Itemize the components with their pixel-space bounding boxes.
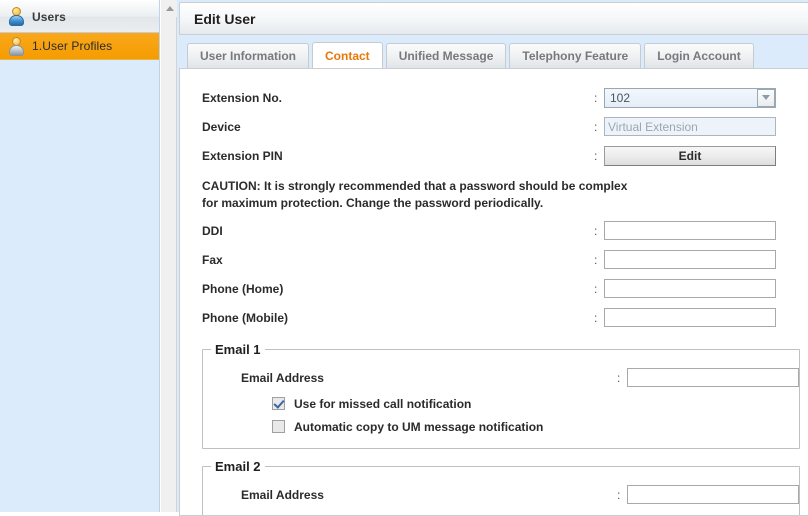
um-copy-checkbox[interactable] <box>272 420 285 433</box>
field-separator: : <box>594 310 598 325</box>
field-separator: : <box>594 252 598 267</box>
scroll-up-arrow-icon[interactable] <box>161 0 178 17</box>
tab-unified-message[interactable]: Unified Message <box>385 43 507 68</box>
email-1-address-input[interactable] <box>627 368 799 387</box>
field-separator: : <box>594 90 598 105</box>
email-1-address-label: Email Address <box>241 370 324 385</box>
missed-call-checkbox-label: Use for missed call notification <box>294 396 472 411</box>
email-2-group: Email 2 Email Address : <box>202 459 800 515</box>
fax-label: Fax <box>202 252 223 267</box>
sidebar-header-label: Users <box>32 9 66 24</box>
tab-label: Login Account <box>657 49 741 63</box>
fax-input[interactable] <box>604 250 776 269</box>
sidebar-item-user-profiles[interactable]: 1.User Profiles <box>0 33 159 60</box>
sidebar-scrollbar[interactable] <box>160 0 178 512</box>
row-extension-pin: Extension PIN : Edit <box>180 141 808 170</box>
email-1-um-copy-row[interactable]: Automatic copy to UM message notificatio… <box>203 415 799 438</box>
page-title: Edit User <box>179 2 808 35</box>
sidebar-item-label: 1.User Profiles <box>32 39 113 53</box>
row-phone-home: Phone (Home) : <box>180 274 808 303</box>
tab-contact[interactable]: Contact <box>312 42 383 68</box>
field-separator: : <box>594 223 598 238</box>
device-field <box>604 117 776 136</box>
field-separator: : <box>617 370 621 385</box>
row-device: Device : <box>180 112 808 141</box>
row-phone-mobile: Phone (Mobile) : <box>180 303 808 332</box>
main-panel: Edit User User Information Contact Unifi… <box>177 0 808 516</box>
sidebar: Users 1.User Profiles <box>0 0 160 512</box>
email-1-missed-call-row[interactable]: Use for missed call notification <box>203 392 799 415</box>
tab-label: User Information <box>200 49 297 63</box>
contact-tab-panel: Extension No. : 102 Device : Virtual Ext… <box>179 69 808 516</box>
page-title-text: Edit User <box>194 10 256 27</box>
extension-no-select[interactable]: 102 <box>604 87 776 108</box>
email-1-legend: Email 1 <box>215 342 261 357</box>
application-window: Users 1.User Profiles Edit User User Inf… <box>0 0 808 516</box>
user-icon <box>8 7 25 26</box>
user-profiles-icon <box>8 36 25 56</box>
caution-text: CAUTION: It is strongly recommended that… <box>202 179 628 210</box>
row-extension-no: Extension No. : 102 <box>180 83 808 112</box>
extension-no-label: Extension No. <box>202 90 283 105</box>
row-fax: Fax : <box>180 245 808 274</box>
field-separator: : <box>594 119 598 134</box>
row-email-1-address: Email Address : <box>203 363 799 392</box>
sidebar-header-users[interactable]: Users <box>0 0 159 33</box>
tab-label: Telephony Feature <box>522 49 629 63</box>
um-copy-checkbox-label: Automatic copy to UM message notificatio… <box>294 419 544 434</box>
sidebar-empty-area <box>0 61 159 512</box>
extension-no-value: 102 <box>610 90 631 105</box>
email-2-address-label: Email Address <box>241 487 324 502</box>
tab-telephony-feature[interactable]: Telephony Feature <box>509 43 642 68</box>
email-2-address-input[interactable] <box>627 485 799 504</box>
phone-mobile-input[interactable] <box>604 308 776 327</box>
tab-label: Contact <box>325 48 370 63</box>
phone-mobile-label: Phone (Mobile) <box>202 310 288 325</box>
email-1-group: Email 1 Email Address : Use for missed c… <box>202 342 800 449</box>
tab-login-account[interactable]: Login Account <box>644 43 754 68</box>
ddi-input[interactable] <box>604 221 776 240</box>
contact-form: Extension No. : 102 Device : Virtual Ext… <box>180 69 808 515</box>
phone-home-label: Phone (Home) <box>202 281 284 296</box>
tab-user-information[interactable]: User Information <box>187 43 310 68</box>
extension-pin-label: Extension PIN <box>202 148 283 163</box>
chevron-down-icon[interactable] <box>757 88 775 107</box>
tab-bar: User Information Contact Unified Message… <box>179 40 808 69</box>
missed-call-checkbox[interactable] <box>272 397 285 410</box>
field-separator: : <box>594 148 598 163</box>
field-separator: : <box>594 281 598 296</box>
row-email-2-address: Email Address : <box>203 480 799 509</box>
field-separator: : <box>617 487 621 502</box>
email-2-legend: Email 2 <box>215 459 261 474</box>
tab-label: Unified Message <box>398 49 494 63</box>
ddi-label: DDI <box>202 223 223 238</box>
extension-pin-edit-button[interactable]: Edit <box>604 145 776 166</box>
device-label: Device <box>202 119 241 134</box>
row-ddi: DDI : <box>180 216 808 245</box>
phone-home-input[interactable] <box>604 279 776 298</box>
